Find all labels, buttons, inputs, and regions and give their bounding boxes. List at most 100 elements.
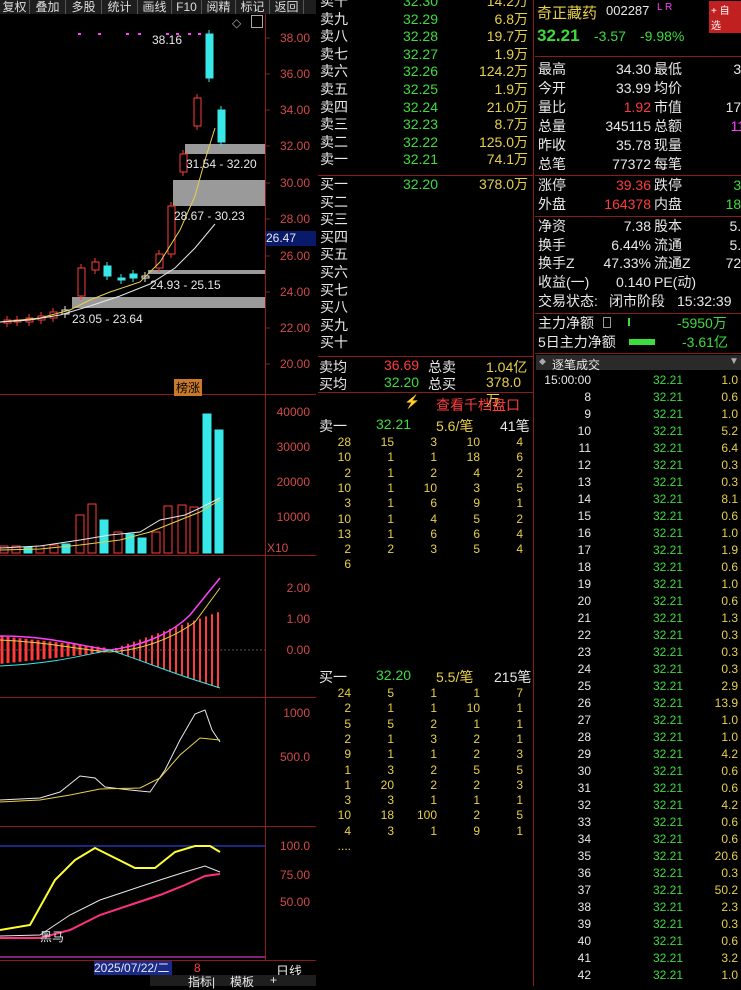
candle: [155, 253, 164, 269]
main-flow-label: 主力净额: [538, 315, 594, 331]
ask-label: 卖四: [320, 98, 348, 115]
axis-label: 2.00: [286, 581, 310, 595]
axis-label: 36.00: [279, 67, 310, 81]
bid-row[interactable]: 买六: [318, 264, 532, 281]
tick-volume: 0.3: [721, 917, 738, 931]
ask-row[interactable]: 卖七 32.27 1.9万: [318, 46, 532, 63]
ask-row[interactable]: 卖五 32.25 1.9万: [318, 81, 532, 98]
tick-row: 36 32.21 0.3: [536, 865, 741, 882]
dropdown-icon[interactable]: ▼: [729, 356, 739, 367]
ask-row[interactable]: 卖十 32.30 14.2万: [318, 0, 532, 10]
tick-time: 23: [577, 645, 591, 659]
quote-label: 换手Z: [538, 255, 575, 271]
collapse-icon[interactable]: ◆: [539, 356, 546, 367]
queue-cell: 9: [473, 496, 480, 511]
tick-volume: 0.6: [721, 832, 738, 846]
tab-templates[interactable]: 模板: [230, 973, 254, 990]
volume-bar: [151, 531, 161, 554]
queue-cell: 6: [344, 557, 351, 572]
queue-cell: 10: [337, 480, 351, 495]
queue-cell: 2: [473, 731, 480, 746]
tab-add[interactable]: +: [270, 973, 277, 987]
quote-value: 345115: [605, 118, 651, 134]
ask-row[interactable]: 卖九 32.29 6.8万: [318, 11, 532, 28]
trade-status: 交易状态: 闭市阶段 15:32:39: [537, 292, 741, 311]
ask-volume: 1.9万: [494, 45, 528, 62]
tick-price: 32.21: [652, 594, 683, 608]
ask-row[interactable]: 卖六 32.26 124.2万: [318, 63, 532, 80]
bid-row[interactable]: 买八: [318, 299, 532, 316]
tick-row: 38 32.21 2.3: [536, 899, 741, 916]
queue-row: 10 1 10 3 5: [318, 481, 532, 496]
tick-volume: 0.6: [721, 560, 738, 574]
ask-price: 32.28: [402, 28, 438, 45]
tick-volume: 4.2: [721, 747, 738, 761]
queue-cell: 10: [466, 701, 480, 716]
quote-label: 均价: [654, 80, 682, 96]
bid-row[interactable]: 买十: [318, 334, 532, 351]
axis-label: 100.0: [279, 839, 310, 853]
bid-row[interactable]: 买一 32.20 378.0万: [318, 176, 532, 193]
queue-cell: 2: [516, 511, 523, 526]
tick-time: 35: [577, 849, 591, 863]
ask-row[interactable]: 卖四 32.24 21.0万: [318, 99, 532, 116]
tick-time: 36: [577, 866, 591, 880]
tick-time: 9: [584, 407, 591, 421]
sell-queue-count: 41笔: [500, 418, 530, 434]
main-flow: 主力净额 -5950万: [537, 314, 741, 333]
tick-price: 32.21: [652, 696, 683, 710]
zone-label: 24.93 - 25.15: [150, 278, 221, 292]
queue-row: 2 2 3 5 4: [318, 542, 532, 557]
queue-row: 24 5 1 1 7: [318, 686, 532, 701]
quote-label: 流通Z: [654, 255, 691, 271]
tick-volume: 1.0: [721, 407, 738, 421]
axis-label: 1000: [283, 706, 310, 720]
queue-cell: 3: [516, 747, 523, 762]
tick-row: 31 32.21 0.6: [536, 780, 741, 797]
ask-price: 32.24: [402, 98, 438, 115]
axis-label: 38.00: [279, 31, 310, 45]
bid-row[interactable]: 买二: [318, 194, 532, 211]
ask-row[interactable]: 卖二 32.22 125.0万: [318, 134, 532, 151]
ask-volume: 14.2万: [486, 0, 528, 9]
axis-label: 20000: [276, 475, 310, 489]
tick-time: 25: [577, 679, 591, 693]
tick-volume: 0.6: [721, 509, 738, 523]
tick-time: 21: [577, 611, 591, 625]
bid-row[interactable]: 买七: [318, 282, 532, 299]
bid-row[interactable]: 买九: [318, 317, 532, 334]
document-icon[interactable]: [603, 317, 611, 328]
bid-row[interactable]: 买四: [318, 229, 532, 246]
queue-cell: 3: [387, 762, 394, 777]
queue-cell: 2: [387, 542, 394, 557]
diamond-icon[interactable]: ◇: [232, 16, 241, 30]
flow-bar: [628, 318, 630, 326]
ticks-title: 逐笔成交: [552, 358, 601, 372]
tick-price: 32.21: [652, 883, 683, 897]
ask-row[interactable]: 卖八 32.28 19.7万: [318, 28, 532, 45]
quote-label: 外盘: [538, 196, 566, 212]
tab-indicators[interactable]: 指标|: [188, 973, 215, 990]
queue-cell: 1: [387, 526, 394, 541]
add-watchlist-button[interactable]: + 自选: [709, 1, 741, 33]
tick-price: 32.21: [652, 543, 683, 557]
price-zone-box: [185, 144, 265, 154]
bid-row[interactable]: 买五: [318, 246, 532, 263]
queue-row: 10 1 1 18 6: [318, 450, 532, 465]
price-zone-box: [148, 270, 265, 274]
ask-row[interactable]: 卖一 32.21 74.1万: [318, 151, 532, 168]
panel-toggle-icon[interactable]: [251, 15, 263, 28]
queue-row: 10 18 100 2 5: [318, 808, 532, 823]
buy-avg-label: 买均: [319, 376, 347, 392]
buy-avg: 32.20: [384, 374, 420, 390]
queue-cell: 1: [387, 701, 394, 716]
bid-label: 买十: [320, 334, 348, 351]
tick-time: 24: [577, 662, 591, 676]
order-queue-link[interactable]: 查看千档盘口: [436, 395, 520, 415]
ask-row[interactable]: 卖三 32.23 8.7万: [318, 116, 532, 133]
bid-label: 买一: [320, 176, 348, 192]
candle: [129, 273, 138, 279]
queue-row: ....: [318, 839, 532, 854]
tick-price: 32.21: [652, 458, 683, 472]
bid-row[interactable]: 买三: [318, 211, 532, 228]
